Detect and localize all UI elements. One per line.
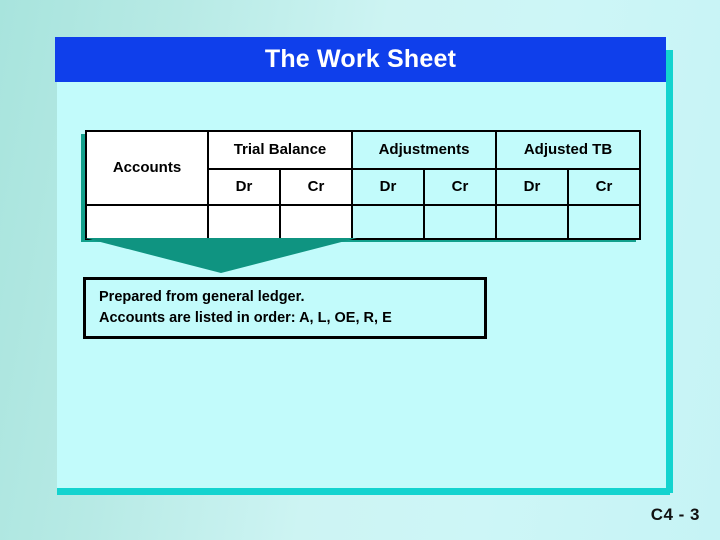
table-sub-header-atb-cr: Cr xyxy=(567,168,641,206)
table-sub-header-tb-cr: Cr xyxy=(279,168,353,206)
table-cell-adj-dr xyxy=(351,204,425,240)
callout-line-2: Accounts are listed in order: A, L, OE, … xyxy=(99,310,392,326)
table-sub-header-adj-dr: Dr xyxy=(351,168,425,206)
work-sheet-table-wrapper: Accounts Trial Balance Adjustments Adjus… xyxy=(81,130,641,242)
callout-line-1: Prepared from general ledger. xyxy=(99,288,305,305)
slide-number: C4 - 3 xyxy=(650,505,700,524)
decorative-frame-right-line xyxy=(666,50,673,493)
table-sub-header-atb-dr: Dr xyxy=(495,168,569,206)
callout-text-box: Prepared from general ledger. Accounts a… xyxy=(83,277,487,339)
table-group-header-adjustments: Adjustments xyxy=(351,130,497,170)
table-cell-tb-dr xyxy=(207,204,281,240)
work-sheet-table: Accounts Trial Balance Adjustments Adjus… xyxy=(85,130,641,240)
table-cell-tb-cr xyxy=(279,204,353,240)
table-header-accounts: Accounts xyxy=(85,130,209,206)
table-cell-accounts xyxy=(85,204,209,240)
table-cell-atb-cr xyxy=(567,204,641,240)
table-row xyxy=(85,204,641,240)
table-cell-atb-dr xyxy=(495,204,569,240)
table-cell-adj-cr xyxy=(423,204,497,240)
table-group-header-adjusted-tb: Adjusted TB xyxy=(495,130,641,170)
down-arrow-icon xyxy=(85,238,357,273)
table-group-header-row: Accounts Trial Balance Adjustments Adjus… xyxy=(85,130,641,206)
slide-canvas: The Work Sheet Accounts Trial Balance Ad… xyxy=(0,0,720,540)
page-title: The Work Sheet xyxy=(264,45,457,73)
table-sub-header-adj-cr: Cr xyxy=(423,168,497,206)
table-sub-header-tb-dr: Dr xyxy=(207,168,281,206)
table-group-header-trial-balance: Trial Balance xyxy=(207,130,353,170)
slide-title-bar: The Work Sheet xyxy=(55,37,666,82)
decorative-frame-bottom-line xyxy=(57,488,670,495)
